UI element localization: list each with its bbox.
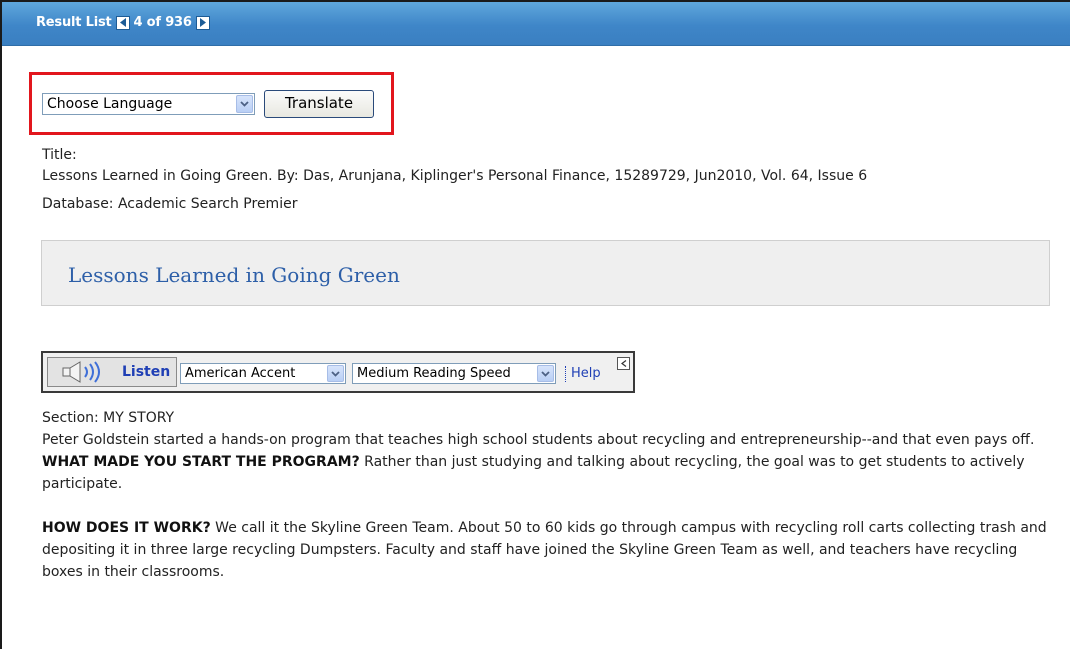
paragraph-2: HOW DOES IT WORK? We call it the Skyline… [42,517,1052,583]
detail-page: Result List 4 of 936 Choose Language Tra… [0,0,1070,649]
translate-button[interactable]: Translate [264,90,374,118]
language-select-value: Choose Language [47,96,173,112]
question-heading: WHAT MADE YOU START THE PROGRAM? [42,454,360,470]
result-list-link[interactable]: Result List [36,15,112,30]
title-label: Title: [42,147,77,163]
listen-label: Listen [122,364,171,380]
result-list-header: Result List 4 of 936 [2,2,1070,46]
reading-speed-select[interactable]: Medium Reading Speed [352,363,556,384]
reading-speed-value: Medium Reading Speed [357,366,511,381]
database-text: Database: Academic Search Premier [42,196,298,212]
question-heading: HOW DOES IT WORK? [42,520,211,536]
article-intro: Peter Goldstein started a hands-on progr… [42,432,1035,448]
accent-select-value: American Accent [185,366,296,381]
article-title-box: Lessons Learned in Going Green [41,240,1050,306]
language-select[interactable]: Choose Language [42,93,255,115]
next-result-icon[interactable] [195,15,210,30]
article-title: Lessons Learned in Going Green [68,263,400,287]
citation-text: Lessons Learned in Going Green. By: Das,… [42,168,868,184]
chevron-down-icon[interactable] [537,365,554,382]
article-body: Section: MY STORY Peter Goldstein starte… [42,407,1052,583]
help-link[interactable]: Help [565,366,601,382]
result-position: 4 of 936 [133,15,192,30]
listen-button[interactable]: Listen [47,357,177,387]
result-navigation: Result List 4 of 936 [36,15,214,30]
collapse-toolbar-icon[interactable] [617,357,630,370]
paragraph-1: WHAT MADE YOU START THE PROGRAM? Rather … [42,451,1052,495]
chevron-down-icon[interactable] [236,95,253,113]
section-label: Section: MY STORY [42,410,175,426]
speaker-icon [58,361,116,387]
accent-select[interactable]: American Accent [180,363,346,384]
chevron-down-icon[interactable] [327,365,344,382]
previous-result-icon[interactable] [115,15,130,30]
